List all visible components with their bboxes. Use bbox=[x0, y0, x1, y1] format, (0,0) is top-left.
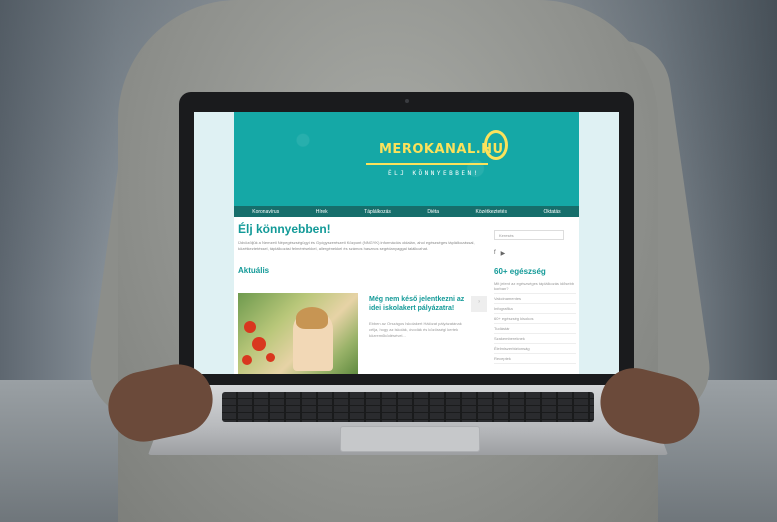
nav-item[interactable]: Hírek bbox=[316, 209, 328, 215]
spoon-handle bbox=[366, 163, 488, 165]
intro-text: Üdvözöljük a Nemzeti Népegészségügyi és … bbox=[238, 240, 475, 251]
tomato bbox=[266, 353, 275, 362]
article-title[interactable]: Még nem késő jelentkezni az idei iskolak… bbox=[369, 295, 469, 313]
tomato bbox=[244, 321, 256, 333]
sidebar-link[interactable]: Szakembereknek bbox=[494, 334, 576, 344]
section-heading: Aktuális bbox=[238, 266, 270, 275]
search-input[interactable]: Keresés bbox=[494, 230, 564, 240]
nav-item[interactable]: Koronavírus bbox=[252, 209, 279, 215]
sidebar-link[interactable]: 60+ egészség kisokos bbox=[494, 314, 576, 324]
sidebar: Keresés f ▶ 60+ egészség Mit jelent az e… bbox=[494, 230, 576, 364]
sidebar-title: 60+ egészség bbox=[494, 267, 546, 276]
tomato bbox=[252, 337, 266, 351]
site-header: MEROKANAL.HU ÉLJ KÖNNYEBBEN! bbox=[234, 112, 579, 206]
photo-scene: MEROKANAL.HU ÉLJ KÖNNYEBBEN! Koronavírus… bbox=[0, 0, 777, 522]
sidebar-link[interactable]: Vakcinamentes bbox=[494, 294, 576, 304]
child-hair bbox=[296, 307, 328, 329]
site-margin-left bbox=[194, 112, 234, 374]
comment-badge[interactable]: ? bbox=[471, 296, 487, 312]
article-image[interactable] bbox=[238, 293, 358, 374]
laptop-screen: MEROKANAL.HU ÉLJ KÖNNYEBBEN! Koronavírus… bbox=[194, 112, 619, 374]
main-content: Élj könnyebben! Üdvözöljük a Nemzeti Nép… bbox=[238, 222, 488, 275]
facebook-icon[interactable]: f bbox=[494, 250, 496, 257]
sidebar-link[interactable]: Tudástár bbox=[494, 324, 576, 334]
article-teaser: Még nem késő jelentkezni az idei iskolak… bbox=[369, 295, 469, 339]
social-links: f ▶ bbox=[494, 250, 576, 257]
nav-item[interactable]: Táplálkozás bbox=[364, 209, 391, 215]
nav-item[interactable]: Közétkeztetés bbox=[476, 209, 507, 215]
laptop-trackpad bbox=[340, 426, 480, 452]
site-logo[interactable]: MEROKANAL.HU bbox=[379, 142, 504, 157]
tomato bbox=[242, 355, 252, 365]
site-margin-right bbox=[579, 112, 619, 374]
sidebar-link[interactable]: Infografika bbox=[494, 304, 576, 314]
laptop-keyboard bbox=[222, 392, 594, 422]
sidebar-links: Mit jelent az egészséges táplálkozás idő… bbox=[494, 279, 576, 364]
nav-item[interactable]: Diéta bbox=[427, 209, 439, 215]
nav-item[interactable]: Oktatás bbox=[543, 209, 560, 215]
laptop-lid: MEROKANAL.HU ÉLJ KÖNNYEBBEN! Koronavírus… bbox=[179, 92, 634, 392]
article-text: Ebben az Országos Iskolakert Hálózat pál… bbox=[369, 321, 462, 338]
youtube-icon[interactable]: ▶ bbox=[501, 250, 506, 257]
webcam bbox=[405, 99, 409, 103]
sidebar-link[interactable]: Receptek bbox=[494, 354, 576, 364]
main-nav: Koronavírus Hírek Táplálkozás Diéta Közé… bbox=[234, 206, 579, 217]
sidebar-link[interactable]: Mit jelent az egészséges táplálkozás idő… bbox=[494, 279, 576, 294]
sidebar-link[interactable]: Élelmiszerbiztonság bbox=[494, 344, 576, 354]
page-title: Élj könnyebben! bbox=[238, 222, 331, 236]
site-tagline: ÉLJ KÖNNYEBBEN! bbox=[388, 170, 480, 177]
